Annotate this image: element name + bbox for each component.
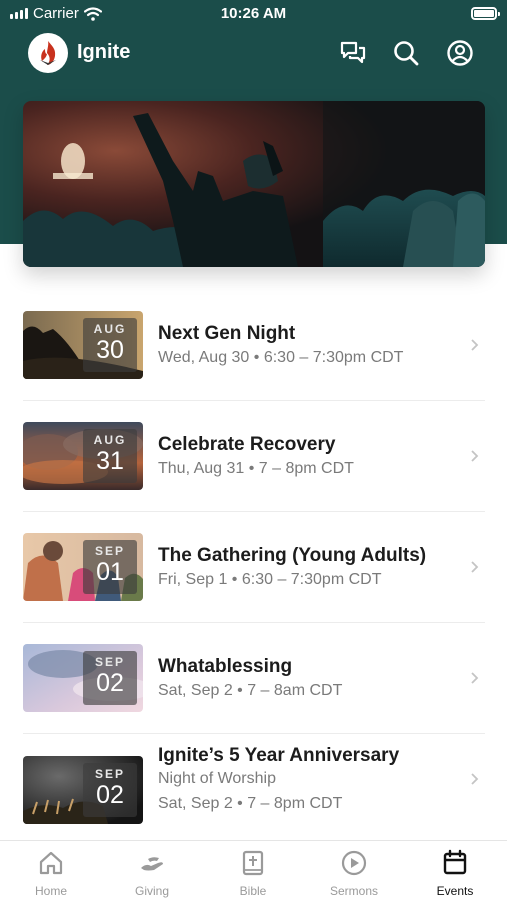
- date-badge: AUG 30: [83, 318, 137, 372]
- event-row[interactable]: AUG 30 Next Gen Night Wed, Aug 30 • 6:30…: [0, 290, 507, 401]
- event-thumbnail: SEP 01: [23, 533, 143, 601]
- date-day: 30: [96, 336, 124, 364]
- search-button[interactable]: [391, 38, 421, 68]
- date-month: AUG: [93, 322, 127, 336]
- tab-bible[interactable]: Bible: [208, 849, 298, 898]
- event-thumbnail: SEP 02: [23, 644, 143, 712]
- status-time: 10:26 AM: [220, 5, 287, 22]
- date-badge: SEP 02: [83, 763, 137, 817]
- event-row[interactable]: SEP 02 Ignite’s 5 Year Anniversary Night…: [0, 734, 507, 840]
- app-logo[interactable]: [28, 33, 68, 73]
- tab-sermons[interactable]: Sermons: [309, 849, 399, 898]
- event-thumbnail: SEP 02: [23, 756, 143, 824]
- chevron-right-icon: [471, 773, 479, 785]
- hero-banner[interactable]: [23, 101, 485, 267]
- tab-label: Giving: [134, 884, 169, 898]
- chat-button[interactable]: [338, 38, 368, 68]
- date-badge: SEP 02: [83, 651, 137, 705]
- chevron-right-icon: [471, 561, 479, 573]
- app-bar: Ignite: [0, 30, 507, 76]
- tab-label: Home: [34, 884, 67, 898]
- calendar-icon: [443, 849, 467, 875]
- bible-icon: [242, 850, 264, 876]
- event-subtitle: Wed, Aug 30 • 6:30 – 7:30pm CDT: [158, 349, 404, 366]
- tab-label: Bible: [239, 884, 267, 898]
- event-title: The Gathering (Young Adults): [158, 545, 427, 566]
- event-subtitle: Sat, Sep 2 • 7 – 8am CDT: [158, 682, 343, 699]
- date-badge: AUG 31: [83, 429, 137, 483]
- event-subtitle-date: Sat, Sep 2 • 7 – 8pm CDT: [158, 795, 343, 812]
- hero-concert-image: [23, 101, 485, 267]
- tab-home[interactable]: Home: [6, 849, 96, 898]
- event-row[interactable]: SEP 01 The Gathering (Young Adults) Fri,…: [0, 512, 507, 623]
- home-icon: [39, 851, 63, 875]
- event-title: Ignite’s 5 Year Anniversary: [158, 745, 400, 766]
- profile-icon: [447, 40, 473, 66]
- event-row[interactable]: SEP 02 Whatablessing Sat, Sep 2 • 7 – 8a…: [0, 623, 507, 734]
- date-month: SEP: [94, 655, 125, 669]
- date-day: 01: [96, 558, 124, 586]
- event-thumbnail: AUG 31: [23, 422, 143, 490]
- status-bar: Carrier 10:26 AM: [0, 0, 507, 28]
- tab-bar: Home Giving Bible Sermons Events: [0, 840, 507, 900]
- date-day: 31: [96, 447, 124, 475]
- tab-giving[interactable]: Giving: [107, 849, 197, 898]
- date-month: SEP: [94, 767, 125, 781]
- chevron-right-icon: [471, 450, 479, 462]
- date-badge: SEP 01: [83, 540, 137, 594]
- event-subtitle: Night of Worship: [158, 770, 276, 787]
- date-month: AUG: [93, 433, 127, 447]
- chat-icon: [340, 41, 366, 64]
- battery-icon: [471, 7, 500, 20]
- event-title: Whatablessing: [158, 656, 293, 677]
- date-day: 02: [96, 669, 124, 697]
- tab-events[interactable]: Events: [410, 849, 500, 898]
- date-month: SEP: [94, 544, 125, 558]
- profile-button[interactable]: [445, 38, 475, 68]
- tab-label: Sermons: [329, 884, 379, 898]
- chevron-right-icon: [471, 339, 479, 351]
- event-title: Next Gen Night: [158, 323, 296, 344]
- tab-label: Events: [436, 884, 474, 898]
- event-row[interactable]: AUG 31 Celebrate Recovery Thu, Aug 31 • …: [0, 401, 507, 512]
- event-thumbnail: AUG 30: [23, 311, 143, 379]
- event-title: Celebrate Recovery: [158, 434, 336, 455]
- chevron-right-icon: [471, 672, 479, 684]
- app-title: Ignite: [77, 41, 131, 63]
- event-subtitle: Thu, Aug 31 • 7 – 8pm CDT: [158, 460, 354, 477]
- flame-logo-icon: [40, 41, 56, 65]
- event-subtitle: Fri, Sep 1 • 6:30 – 7:30pm CDT: [158, 571, 382, 588]
- play-icon: [341, 850, 367, 876]
- giving-icon: [141, 857, 163, 871]
- date-day: 02: [96, 781, 124, 809]
- search-icon: [394, 41, 419, 66]
